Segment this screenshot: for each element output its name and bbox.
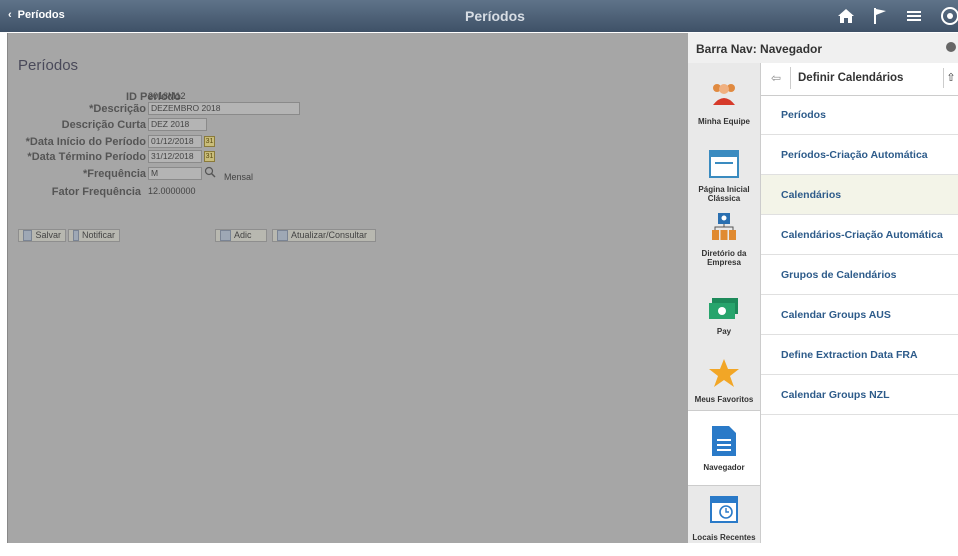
calendar-icon[interactable]: 31 [204, 151, 215, 162]
tile-label: Página Inicial Clássica [698, 185, 750, 203]
tile-pay[interactable]: Pay [688, 288, 760, 358]
navigator-icon [712, 426, 736, 456]
classic-home-icon [709, 150, 739, 178]
save-button[interactable]: Salvar [18, 229, 66, 242]
top-banner: ‹ Períodos Períodos [0, 0, 958, 32]
recent-icon [710, 496, 738, 523]
frequency-field[interactable]: M [148, 167, 202, 180]
navbar-panel: Barra Nav: Navegador Minha Equipe Página… [688, 33, 958, 543]
nav-item-extraction-fra[interactable]: Define Extraction Data FRA [761, 335, 958, 375]
main-content: Períodos ID Período 2018M12 *Descrição D… [7, 33, 689, 543]
frequency-description: Mensal [224, 172, 254, 182]
start-date-field[interactable]: 01/12/2018 [148, 135, 202, 148]
navbar-rail: Minha Equipe Página Inicial Clássica Dir… [688, 63, 761, 543]
add-button-label: Adic [234, 230, 252, 240]
navigator-list: ⇦ Definir Calendários ⇧ Períodos Período… [761, 63, 958, 543]
save-icon [23, 230, 33, 241]
factor-label: Fator Frequência [51, 186, 141, 198]
nav-item-periodos[interactable]: Períodos [761, 95, 958, 135]
tile-diretorio[interactable]: Diretório da Empresa [688, 213, 760, 283]
team-icon [713, 84, 735, 105]
calendar-icon[interactable]: 31 [204, 136, 215, 147]
navbar-icon[interactable] [938, 6, 958, 26]
page-header-title: Períodos [465, 8, 525, 24]
nav-item-calendar-groups-aus[interactable]: Calendar Groups AUS [761, 295, 958, 335]
nav-item-periodos-criacao[interactable]: Períodos-Criação Automática [761, 135, 958, 175]
update-icon [277, 230, 288, 241]
short-description-field[interactable]: DEZ 2018 [148, 118, 207, 131]
tile-label: Meus Favoritos [694, 395, 754, 404]
tile-label: Diretório da Empresa [701, 249, 747, 267]
add-button[interactable]: Adic [215, 229, 267, 242]
save-button-label: Salvar [35, 230, 61, 240]
tile-label: Locais Recentes [692, 533, 756, 542]
tile-label: Navegador [703, 463, 745, 472]
factor-value: 12.0000000 [148, 186, 196, 196]
navigator-folder-title: Definir Calendários [798, 72, 904, 84]
panel-header: Barra Nav: Navegador [688, 33, 958, 64]
start-date-label: *Data Início do Período [25, 136, 146, 148]
flag-icon[interactable] [870, 6, 890, 26]
tile-label: Pay [716, 327, 732, 336]
home-icon[interactable] [836, 6, 856, 26]
star-icon [709, 359, 739, 387]
notify-button-label: Notificar [81, 230, 115, 240]
nav-item-grupos[interactable]: Grupos de Calendários [761, 255, 958, 295]
id-value: 2018M12 [148, 91, 186, 101]
back-arrow-icon[interactable]: ⇦ [771, 71, 781, 85]
money-icon [709, 298, 738, 319]
end-date-field[interactable]: 31/12/2018 [148, 150, 202, 163]
end-date-label: *Data Término Período [27, 151, 146, 163]
page-title: Períodos [18, 57, 79, 74]
add-icon [220, 230, 231, 241]
short-description-label: Descrição Curta [61, 119, 146, 131]
update-display-button[interactable]: Atualizar/Consultar [272, 229, 376, 242]
tile-pagina-inicial[interactable]: Página Inicial Clássica [688, 143, 760, 213]
nav-item-calendar-groups-nzl[interactable]: Calendar Groups NZL [761, 375, 958, 415]
notify-button[interactable]: Notificar [68, 229, 120, 242]
update-button-label: Atualizar/Consultar [291, 230, 368, 240]
description-field[interactable]: DEZEMBRO 2018 [148, 102, 300, 115]
tile-locais-recentes[interactable]: Locais Recentes [688, 486, 760, 556]
panel-title: Barra Nav: Navegador [696, 42, 823, 56]
description-label: *Descrição [89, 103, 146, 115]
nav-item-calendarios[interactable]: Calendários [761, 175, 958, 215]
nav-item-calendarios-criacao[interactable]: Calendários-Criação Automática [761, 215, 958, 255]
tile-label: Minha Equipe [698, 117, 750, 126]
tile-minha-equipe[interactable]: Minha Equipe [688, 63, 760, 133]
gear-icon[interactable] [946, 42, 956, 52]
tile-navegador[interactable]: Navegador [688, 410, 760, 486]
notify-icon [73, 230, 79, 241]
search-icon[interactable] [204, 166, 216, 181]
scroll-top-icon[interactable]: ⇧ [943, 68, 958, 88]
navigator-header: ⇦ Definir Calendários ⇧ [761, 63, 958, 96]
frequency-label: *Frequência [83, 168, 146, 180]
directory-icon [712, 213, 736, 240]
menu-icon[interactable] [904, 6, 924, 26]
divider [790, 67, 791, 89]
